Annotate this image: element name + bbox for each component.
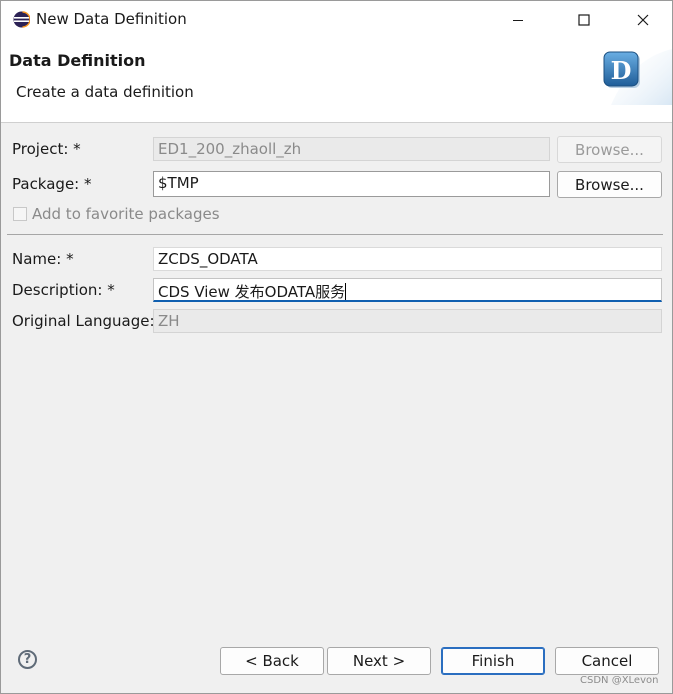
package-browse-button[interactable]: Browse... bbox=[557, 171, 662, 198]
maximize-button[interactable] bbox=[561, 1, 607, 39]
project-browse-button: Browse... bbox=[557, 136, 662, 163]
close-button[interactable] bbox=[620, 1, 666, 39]
description-label: Description: * bbox=[12, 281, 115, 299]
wizard-title: Data Definition bbox=[9, 51, 146, 70]
cancel-button[interactable]: Cancel bbox=[555, 647, 659, 675]
logo-letter: D bbox=[611, 56, 632, 85]
back-button[interactable]: < Back bbox=[220, 647, 324, 675]
help-icon[interactable]: ? bbox=[18, 650, 37, 669]
minimize-icon bbox=[513, 20, 523, 21]
name-label: Name: * bbox=[12, 250, 74, 268]
wizard-description: Create a data definition bbox=[16, 83, 194, 101]
form-separator bbox=[7, 234, 663, 235]
project-field: ED1_200_zhaoll_zh bbox=[153, 137, 550, 161]
window-title: New Data Definition bbox=[36, 10, 187, 28]
title-bar: New Data Definition bbox=[1, 1, 672, 39]
language-label: Original Language: bbox=[12, 312, 155, 330]
watermark: CSDN @XLevon bbox=[580, 675, 659, 686]
dialog-window: New Data Definition Data Definition Crea… bbox=[0, 0, 673, 694]
package-input[interactable]: $TMP bbox=[153, 171, 550, 197]
eclipse-icon bbox=[13, 11, 30, 28]
next-button[interactable]: Next > bbox=[327, 647, 431, 675]
description-input[interactable]: CDS View 发布ODATA服务 bbox=[153, 278, 662, 302]
minimize-button[interactable] bbox=[495, 1, 541, 39]
project-label: Project: * bbox=[12, 140, 81, 158]
data-definition-logo-icon: D bbox=[603, 51, 640, 88]
text-caret bbox=[345, 283, 347, 300]
favorite-checkbox[interactable] bbox=[13, 207, 27, 221]
language-field: ZH bbox=[153, 309, 662, 333]
finish-button[interactable]: Finish bbox=[441, 647, 545, 675]
favorite-label: Add to favorite packages bbox=[32, 205, 220, 223]
maximize-icon bbox=[578, 14, 590, 26]
package-label: Package: * bbox=[12, 175, 92, 193]
close-icon bbox=[637, 14, 649, 26]
name-input[interactable]: ZCDS_ODATA bbox=[153, 247, 662, 271]
wizard-header: Data Definition Create a data definition… bbox=[1, 39, 672, 123]
description-value: CDS View 发布ODATA服务 bbox=[158, 283, 346, 301]
